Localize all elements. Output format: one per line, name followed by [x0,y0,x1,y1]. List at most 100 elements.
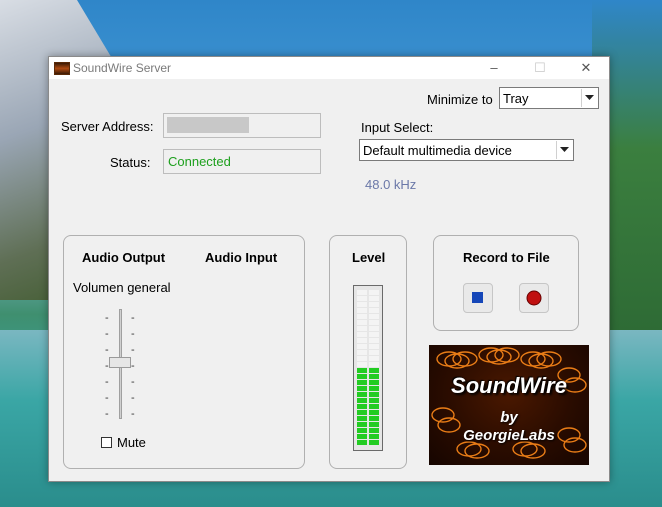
meter-segment [369,434,379,439]
volume-tick: - [105,328,109,340]
meter-segment [369,362,379,367]
meter-segment [369,368,379,373]
meter-segment [369,398,379,403]
input-select-value: Default multimedia device [363,143,512,158]
meter-segment [357,434,367,439]
meter-segment [369,356,379,361]
volume-label: Volumen general [73,280,171,295]
server-address-redacted [167,117,249,133]
meter-segment [357,416,367,421]
meter-segment [369,392,379,397]
volume-tick: - [105,376,109,388]
window-title: SoundWire Server [73,61,172,75]
meter-segment [357,422,367,427]
meter-segment [357,320,367,325]
meter-segment [357,398,367,403]
tab-audio-output[interactable]: Audio Output [82,250,165,265]
meter-segment [369,332,379,337]
volume-tick: - [105,344,109,356]
volume-tick: - [131,376,135,388]
volume-tick: - [105,312,109,324]
meter-segment [357,362,367,367]
meter-segment [369,350,379,355]
chevron-down-icon[interactable] [581,89,597,107]
meter-segment [357,374,367,379]
level-meter-right [369,290,379,446]
status-field: Connected [163,149,321,174]
volume-tick: - [131,392,135,404]
meter-segment [357,440,367,445]
record-icon [526,290,542,306]
meter-segment [369,302,379,307]
logo-company: GeorgieLabs [463,427,555,444]
record-button[interactable] [519,283,549,313]
sample-rate: 48.0 kHz [365,177,417,192]
level-meter [353,285,383,451]
status-label: Status: [110,155,151,170]
mute-label: Mute [117,435,146,450]
meter-segment [357,344,367,349]
meter-segment [357,350,367,355]
meter-segment [369,404,379,409]
meter-segment [369,422,379,427]
meter-segment [369,374,379,379]
server-address-field [163,113,321,138]
meter-segment [357,410,367,415]
meter-segment [369,380,379,385]
soundwire-window: SoundWire Server – ☐ ✕ Minimize to Tray … [48,56,610,482]
maximize-button[interactable]: ☐ [517,57,563,79]
volume-tick: - [131,360,135,372]
audio-group [63,235,305,469]
meter-segment [369,344,379,349]
volume-tick: - [105,408,109,420]
status-value: Connected [168,154,231,169]
title-bar[interactable]: SoundWire Server – ☐ ✕ [49,57,609,79]
mute-checkbox[interactable] [101,437,112,448]
soundwire-logo: SoundWire by GeorgieLabs [429,345,589,465]
logo-spiral-art [431,347,587,459]
level-label: Level [352,250,386,265]
meter-segment [357,308,367,313]
volume-tick: - [131,328,135,340]
chevron-down-icon[interactable] [556,141,572,159]
input-select-dropdown[interactable]: Default multimedia device [359,139,574,161]
meter-segment [357,368,367,373]
meter-segment [369,290,379,295]
tab-audio-input[interactable]: Audio Input [205,250,277,265]
meter-segment [357,338,367,343]
level-meter-left [357,290,367,446]
meter-segment [369,326,379,331]
meter-segment [357,326,367,331]
logo-title: SoundWire [451,373,567,398]
minimize-to-value: Tray [503,91,529,106]
volume-tick: - [131,408,135,420]
meter-segment [369,440,379,445]
meter-segment [357,428,367,433]
close-button[interactable]: ✕ [563,57,609,79]
minimize-to-label: Minimize to [427,92,493,107]
volume-tick: - [105,392,109,404]
volume-tick: - [131,312,135,324]
meter-segment [357,332,367,337]
record-label: Record to File [463,250,550,265]
volume-slider-thumb[interactable] [109,357,131,368]
logo-by: by [500,409,518,426]
volume-tick: - [131,344,135,356]
server-address-label: Server Address: [61,119,154,134]
meter-segment [369,296,379,301]
soundwire-app-icon [54,62,70,75]
meter-segment [369,410,379,415]
stop-icon [472,292,483,303]
meter-segment [369,314,379,319]
stop-button[interactable] [463,283,493,313]
meter-segment [369,338,379,343]
minimize-button[interactable]: – [471,57,517,79]
input-select-label: Input Select: [361,120,434,135]
meter-segment [357,290,367,295]
meter-segment [369,308,379,313]
minimize-to-select[interactable]: Tray [499,87,599,109]
meter-segment [369,428,379,433]
meter-segment [369,416,379,421]
meter-segment [357,404,367,409]
meter-segment [357,296,367,301]
